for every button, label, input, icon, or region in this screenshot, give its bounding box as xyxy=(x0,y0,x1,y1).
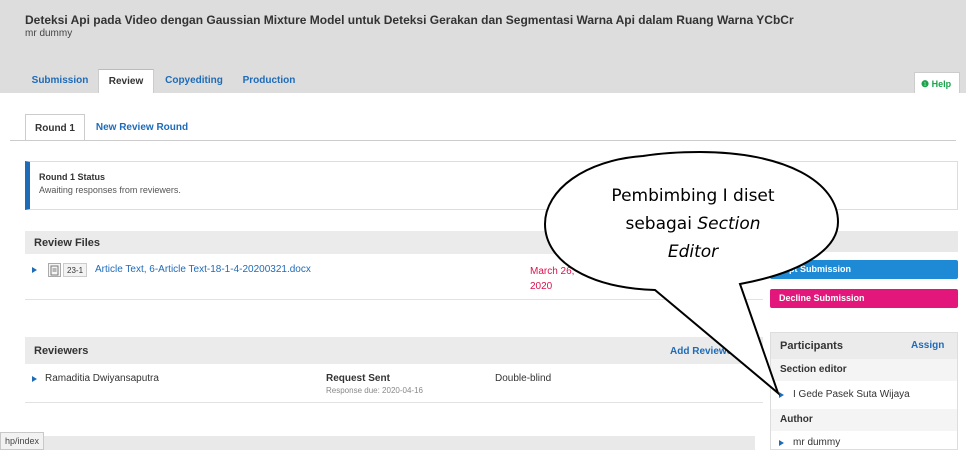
file-date: March 26, 2020 xyxy=(530,264,590,294)
reviewers-header: Reviewers xyxy=(25,337,763,364)
reviewers-heading: Reviewers xyxy=(34,345,89,357)
review-method: Double-blind xyxy=(495,373,552,384)
expand-file-icon[interactable] xyxy=(32,267,37,273)
round-status-text: Awaiting responses from reviewers. xyxy=(39,185,181,195)
file-date-line2: 2020 xyxy=(530,281,553,292)
next-panel-header xyxy=(25,436,755,450)
review-files-bottom-line xyxy=(25,299,763,300)
file-date-line1: March 26, xyxy=(530,266,575,277)
callout-line-2-plain: sebagai xyxy=(625,214,698,234)
tab-round-1[interactable]: Round 1 xyxy=(25,114,85,141)
expand-reviewer-icon[interactable] xyxy=(32,376,37,382)
assign-button[interactable]: Assign xyxy=(911,340,944,351)
decline-submission-button[interactable]: Decline Submission xyxy=(770,289,958,308)
participants-heading: Participants xyxy=(780,340,843,352)
callout-line-2-italic: Section xyxy=(697,214,761,234)
participant-author[interactable]: mr dummy xyxy=(793,437,840,448)
participants-panel: Participants Assign Section editor I Ged… xyxy=(770,332,958,450)
participants-header: Participants Assign xyxy=(771,333,957,359)
help-icon: ❶ xyxy=(921,79,930,89)
file-id-badge: 23-1 xyxy=(63,263,88,277)
round-status-title: Round 1 Status xyxy=(39,172,106,182)
round-status-panel: Round 1 Status Awaiting responses from r… xyxy=(25,161,958,210)
callout-line-3: Editor xyxy=(667,242,719,262)
tab-copyediting[interactable]: Copyediting xyxy=(158,69,230,93)
file-link[interactable]: Article Text, 6-Article Text-18-1-4-2020… xyxy=(95,264,311,275)
tab-review[interactable]: Review xyxy=(98,69,154,93)
expand-participant-icon[interactable] xyxy=(779,392,784,398)
reviewer-response-due: Response due: 2020-04-16 xyxy=(326,386,423,395)
reviewers-bottom-line xyxy=(25,402,763,403)
tab-new-review-round[interactable]: New Review Round xyxy=(92,114,192,141)
reviewer-name: Ramaditia Dwiyansaputra xyxy=(45,373,159,384)
callout-line-1: Pembimbing I diset xyxy=(611,186,775,206)
help-button[interactable]: ❶ Help xyxy=(914,72,960,93)
participant-group-section-editor: Section editor xyxy=(771,359,957,381)
submission-author: mr dummy xyxy=(25,28,73,39)
participant-section-editor[interactable]: I Gede Pasek Suta Wijaya xyxy=(793,389,910,400)
tab-submission[interactable]: Submission xyxy=(25,69,95,93)
round-tabs-divider xyxy=(10,140,956,141)
participant-group-author: Author xyxy=(771,409,957,431)
tab-production[interactable]: Production xyxy=(238,69,300,93)
help-label: Help xyxy=(931,79,952,89)
document-icon xyxy=(48,263,61,277)
reviewer-status: Request Sent xyxy=(326,373,390,384)
expand-author-icon[interactable] xyxy=(779,440,784,446)
status-url: hp/index xyxy=(0,432,45,450)
submission-title: Deteksi Api pada Video dengan Gaussian M… xyxy=(25,13,794,27)
callout-line-2: sebagai Section xyxy=(578,212,808,237)
add-reviewer-button[interactable]: Add Reviewer xyxy=(670,346,736,357)
review-files-heading: Review Files xyxy=(34,237,101,249)
